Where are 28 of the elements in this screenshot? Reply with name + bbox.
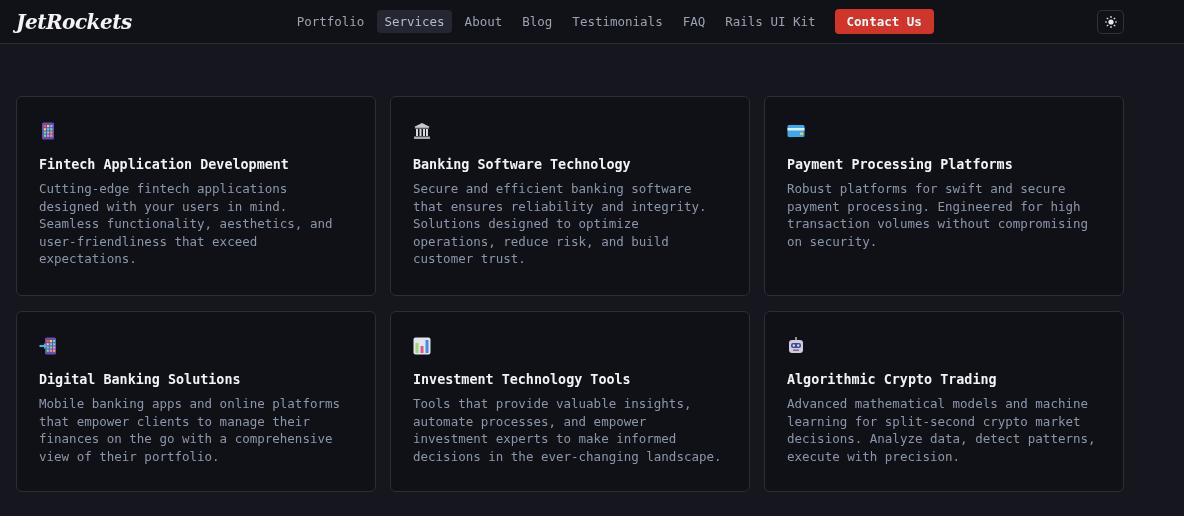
card-title: Algorithmic Crypto Trading: [787, 372, 997, 387]
card-description: Mobile banking apps and online platforms that empower clients to manage their finances on the go with a comprehensive view of their portfolio.: [39, 395, 342, 466]
nav-link[interactable]: FAQ: [675, 10, 713, 33]
nav-link[interactable]: Rails UI Kit: [718, 10, 823, 33]
nav-link[interactable]: Blog: [515, 10, 560, 33]
nav-link[interactable]: About: [457, 10, 510, 33]
robot-icon: [787, 337, 805, 355]
credit-card-icon: [787, 122, 805, 140]
card-title: Payment Processing Platforms: [787, 157, 1013, 172]
nav-link[interactable]: Services: [377, 10, 452, 33]
card-description: Secure and efficient banking software that ensures reliability and integrity. Solutions designed to optimize operations, reduce risk, and build customer trust.: [413, 180, 708, 268]
card-description: Robust platforms for swift and secure payment processing. Engineered for high transaction volumes without compromising on security.: [787, 180, 1090, 251]
calculator-icon: [39, 122, 57, 140]
nav-link[interactable]: Portfolio: [289, 10, 372, 33]
bank-icon: [413, 122, 431, 140]
card-title: Banking Software Technology: [413, 157, 631, 172]
contact-button[interactable]: Contact Us: [834, 9, 934, 34]
card-title: Investment Technology Tools: [413, 372, 631, 387]
card-description: Cutting-edge fintech applications designed with your users in mind. Seamless functionality, aesthetics, and user-friendliness that exceed expectations.: [39, 180, 334, 268]
card-title: Fintech Application Development: [39, 157, 289, 172]
nav-link[interactable]: Testimonials: [565, 10, 670, 33]
theme-toggle-button[interactable]: [1097, 9, 1124, 34]
bar-chart-icon: [413, 337, 431, 355]
card-description: Advanced mathematical models and machine learning for split-second crypto market decisions. Analyze data, detect patterns, execute with precision.: [787, 395, 1097, 466]
sun-icon: [1104, 15, 1117, 28]
card-title: Digital Banking Solutions: [39, 372, 241, 387]
phone-arrow-icon: [39, 337, 57, 355]
card-description: Tools that provide valuable insights, automate processes, and empower investment experts to make informed decisions in the ever-changing landscape.: [413, 395, 723, 466]
